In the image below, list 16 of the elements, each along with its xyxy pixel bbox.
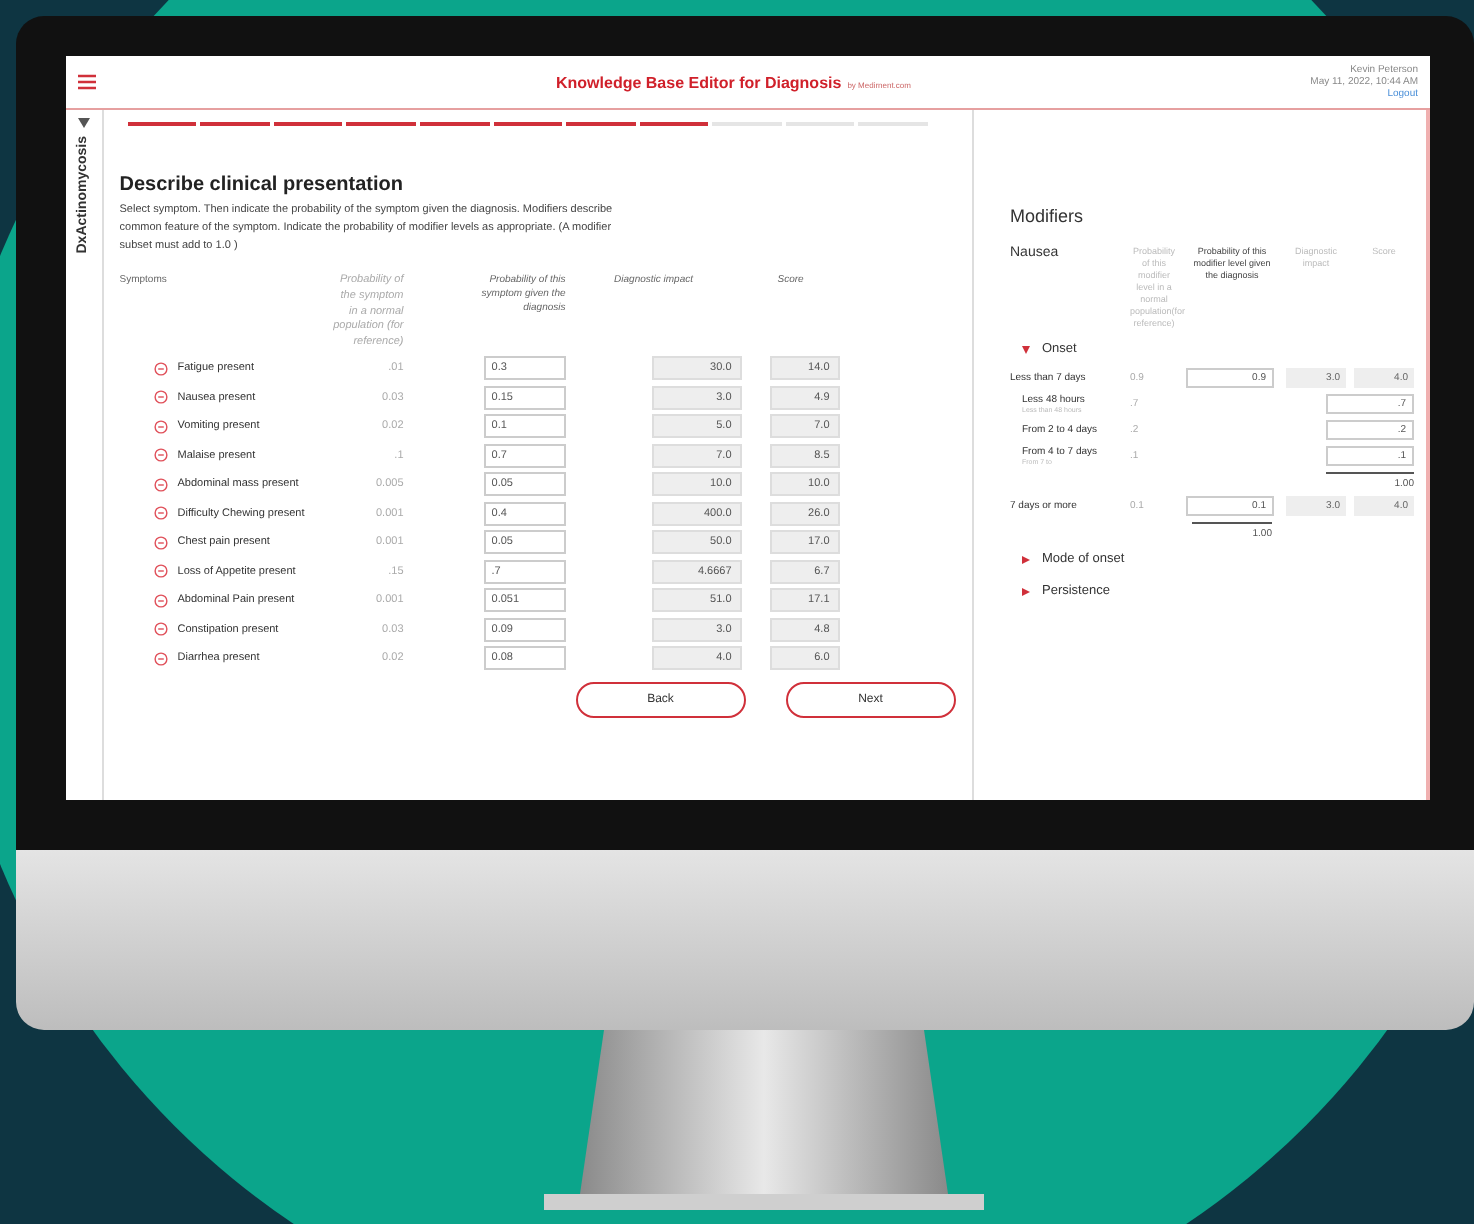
remove-icon[interactable] bbox=[153, 651, 168, 666]
remove-icon[interactable] bbox=[153, 390, 168, 405]
section-heading: Describe clinical presentation bbox=[119, 174, 405, 196]
caret-icon[interactable] bbox=[77, 118, 90, 128]
remove-icon[interactable] bbox=[153, 419, 168, 434]
menu-icon[interactable] bbox=[78, 74, 96, 90]
remove-icon[interactable] bbox=[153, 361, 168, 376]
modifiers-heading: Modifiers bbox=[1010, 206, 1086, 226]
remove-icon[interactable] bbox=[153, 448, 168, 463]
remove-icon[interactable] bbox=[153, 564, 168, 579]
remove-icon[interactable] bbox=[153, 622, 168, 637]
app-title: Knowledge Base Editor for Diagnosis bbox=[556, 73, 842, 91]
remove-icon[interactable] bbox=[153, 593, 168, 608]
remove-icon[interactable] bbox=[153, 477, 168, 492]
remove-icon[interactable] bbox=[153, 506, 168, 521]
remove-icon[interactable] bbox=[153, 535, 168, 550]
